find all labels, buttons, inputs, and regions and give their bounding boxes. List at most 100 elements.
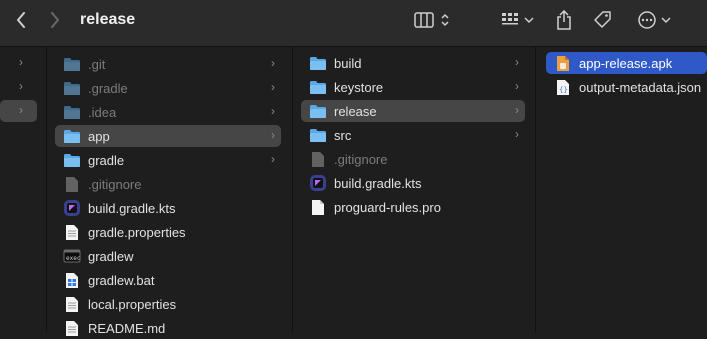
apk-file-icon bbox=[554, 54, 572, 72]
list-item[interactable]: release › bbox=[301, 100, 525, 122]
json-file-icon: {} bbox=[554, 78, 572, 96]
text-file-icon bbox=[63, 295, 81, 313]
list-item-parent[interactable]: › bbox=[0, 100, 37, 122]
list-item-parent[interactable]: › bbox=[0, 76, 37, 98]
list-item[interactable]: app-release.apk bbox=[546, 52, 707, 74]
list-item-label: gradle bbox=[88, 152, 125, 168]
list-item-label: app bbox=[88, 128, 110, 144]
folder-icon bbox=[309, 102, 327, 120]
list-item[interactable]: gradle › bbox=[55, 149, 281, 171]
list-item[interactable]: build › bbox=[301, 52, 525, 74]
chevron-left-icon bbox=[17, 12, 25, 28]
list-item-label: app-release.apk bbox=[579, 55, 673, 71]
group-grid-icon bbox=[502, 13, 518, 25]
column-view-icon bbox=[414, 12, 434, 28]
list-item[interactable]: README.md bbox=[55, 317, 281, 339]
chevron-right-icon: › bbox=[515, 103, 519, 117]
list-item[interactable]: proguard-rules.pro bbox=[301, 196, 525, 218]
list-item[interactable]: gradlew.bat bbox=[55, 269, 281, 291]
terminal-file-icon: exec bbox=[63, 247, 81, 265]
list-item-label: .gradle bbox=[88, 80, 128, 96]
list-item[interactable]: exec gradlew bbox=[55, 245, 281, 267]
share-icon bbox=[557, 10, 571, 30]
text-file-icon bbox=[63, 223, 81, 241]
folder-icon bbox=[63, 151, 81, 169]
list-item[interactable]: app › bbox=[55, 125, 281, 147]
list-item-label: .gitignore bbox=[334, 151, 388, 167]
list-item-label: .git bbox=[88, 56, 106, 72]
column-browser: › › › .git › .gradle › .idea › app › gradle › .gitig… bbox=[0, 47, 707, 336]
ellipsis-circle-icon bbox=[638, 11, 656, 29]
list-item[interactable]: gradle.properties bbox=[55, 221, 281, 243]
kotlin-file-icon bbox=[63, 199, 81, 217]
file-icon bbox=[309, 150, 327, 168]
folder-icon bbox=[63, 79, 81, 97]
more-actions-button[interactable] bbox=[634, 8, 674, 32]
chevron-right-icon: › bbox=[19, 79, 23, 93]
list-item[interactable]: .gitignore bbox=[55, 173, 281, 195]
list-item[interactable]: build.gradle.kts bbox=[55, 197, 281, 219]
chevron-right-icon: › bbox=[271, 80, 275, 94]
list-item[interactable]: keystore › bbox=[301, 76, 525, 98]
chevron-right-icon: › bbox=[271, 152, 275, 166]
tag-icon bbox=[594, 11, 611, 28]
column-release: app-release.apk {} output-metadata.json bbox=[536, 47, 707, 332]
file-icon bbox=[63, 175, 81, 193]
list-item-label: output-metadata.json bbox=[579, 79, 702, 95]
list-item-label: local.properties bbox=[88, 296, 177, 312]
list-item-label: build.gradle.kts bbox=[88, 200, 176, 216]
kotlin-file-icon bbox=[309, 174, 327, 192]
list-item[interactable]: .git › bbox=[55, 53, 281, 75]
list-item-label: release bbox=[334, 103, 377, 119]
folder-icon bbox=[63, 103, 81, 121]
list-item-label: gradlew bbox=[88, 248, 134, 264]
toolbar: release bbox=[0, 0, 707, 47]
list-item-parent[interactable]: › bbox=[0, 52, 37, 74]
list-item[interactable]: local.properties bbox=[55, 293, 281, 315]
list-item-label: gradlew.bat bbox=[88, 272, 155, 288]
chevron-right-icon: › bbox=[515, 79, 519, 93]
list-item-label: gradle.properties bbox=[88, 224, 186, 240]
view-mode-button[interactable] bbox=[410, 8, 454, 32]
chevron-down-icon bbox=[661, 17, 671, 24]
list-item-label: build.gradle.kts bbox=[334, 175, 422, 191]
share-button[interactable] bbox=[552, 8, 576, 32]
blank-file-icon bbox=[309, 198, 327, 216]
tag-button[interactable] bbox=[590, 8, 616, 32]
list-item-label: .idea bbox=[88, 104, 117, 120]
list-item-label: build bbox=[334, 55, 362, 71]
chevron-right-icon: › bbox=[19, 103, 23, 117]
chevron-right-icon: › bbox=[19, 55, 23, 69]
list-item[interactable]: src › bbox=[301, 124, 525, 146]
chevron-right-icon: › bbox=[271, 128, 275, 142]
list-item-label: proguard-rules.pro bbox=[334, 199, 441, 215]
back-button[interactable] bbox=[12, 8, 30, 32]
window-title: release bbox=[80, 11, 136, 28]
folder-icon bbox=[309, 54, 327, 72]
list-item[interactable]: .idea › bbox=[55, 101, 281, 123]
forward-button[interactable] bbox=[46, 8, 64, 32]
folder-icon bbox=[63, 127, 81, 145]
group-button[interactable] bbox=[500, 8, 536, 32]
list-item[interactable]: .gradle › bbox=[55, 77, 281, 99]
svg-text:{}: {} bbox=[559, 86, 568, 94]
list-item[interactable]: {} output-metadata.json bbox=[546, 76, 707, 98]
chevron-right-icon: › bbox=[515, 127, 519, 141]
list-item-label: keystore bbox=[334, 79, 384, 95]
windows-file-icon bbox=[63, 271, 81, 289]
folder-icon bbox=[63, 55, 81, 73]
chevron-up-down-icon bbox=[441, 13, 449, 27]
chevron-right-icon bbox=[51, 12, 59, 28]
column-parent: › › › bbox=[0, 47, 47, 332]
column-project: .git › .gradle › .idea › app › gradle › .gitignore… bbox=[47, 47, 293, 336]
list-item[interactable]: .gitignore bbox=[301, 148, 525, 170]
chevron-down-icon bbox=[524, 17, 534, 24]
list-item-label: .gitignore bbox=[88, 176, 142, 192]
list-item[interactable]: build.gradle.kts bbox=[301, 172, 525, 194]
folder-icon bbox=[309, 78, 327, 96]
list-item-label: src bbox=[334, 127, 352, 143]
column-app: build › keystore › release › src › .gitignore bui… bbox=[293, 47, 536, 332]
svg-text:exec: exec bbox=[66, 255, 81, 262]
chevron-right-icon: › bbox=[271, 56, 275, 70]
text-file-icon bbox=[63, 319, 81, 337]
